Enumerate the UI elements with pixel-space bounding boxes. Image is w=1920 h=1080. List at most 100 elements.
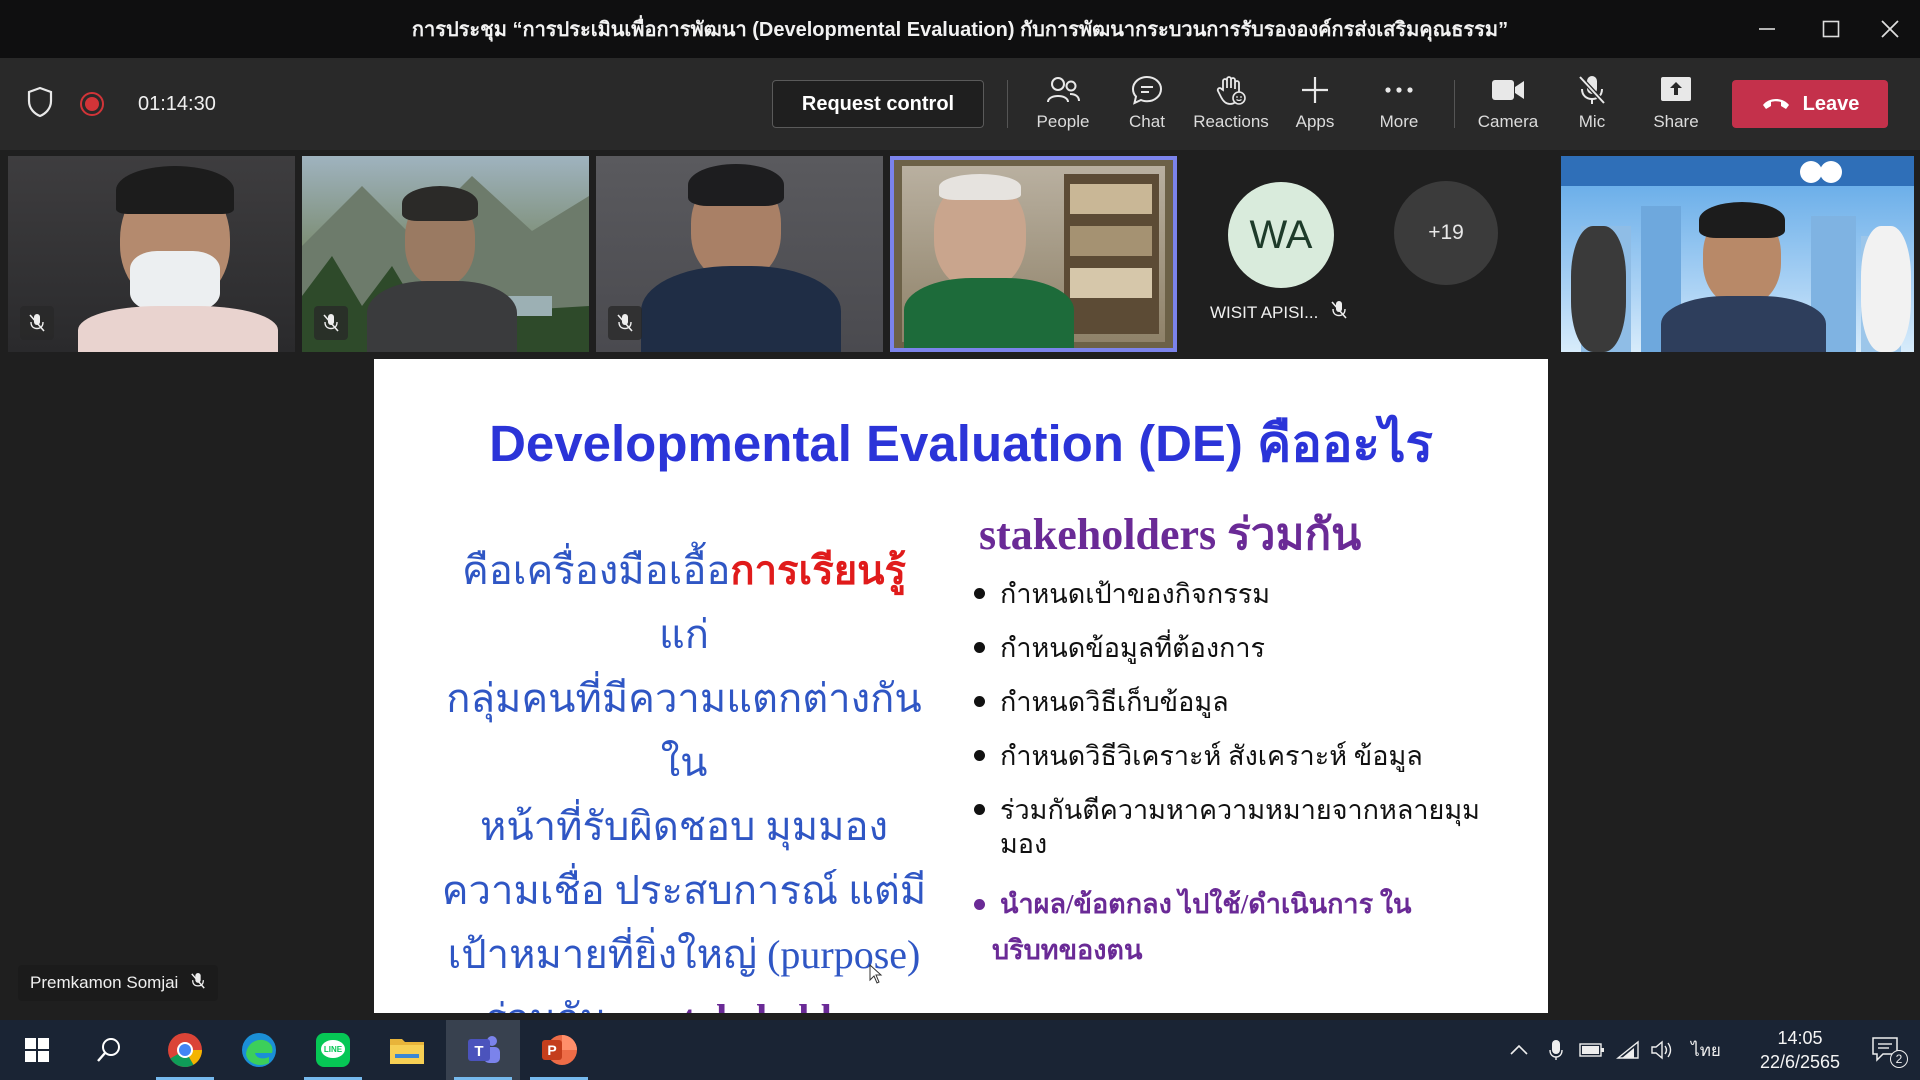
share-label: Share xyxy=(1653,112,1699,131)
minimize-icon xyxy=(1759,28,1775,30)
mouse-cursor-icon xyxy=(869,964,883,984)
shared-slide: Developmental Evaluation (DE) คืออะไร คื… xyxy=(374,359,1548,1013)
tray-mic[interactable] xyxy=(1542,1020,1570,1080)
people-button[interactable]: People xyxy=(1023,70,1103,140)
mic-off-icon xyxy=(1577,70,1607,110)
mic-label: Mic xyxy=(1578,112,1606,131)
phone-hangup-icon xyxy=(1761,93,1791,116)
svg-text:P: P xyxy=(547,1042,556,1058)
toolbar-divider xyxy=(1007,80,1008,128)
mic-button[interactable]: Mic xyxy=(1552,70,1632,140)
notifications-button[interactable]: 2 xyxy=(1862,1020,1910,1080)
speaker-icon xyxy=(1651,1040,1672,1060)
avatar[interactable]: WA xyxy=(1228,182,1334,288)
slide-bullet: ร่วมกันตีความหาความหมายจากหลายมุมมอง xyxy=(970,793,1510,861)
input-language[interactable]: ไทย xyxy=(1686,1020,1726,1080)
folder-icon xyxy=(390,1039,424,1064)
search-icon xyxy=(97,1038,120,1062)
participant-video-tile[interactable] xyxy=(8,156,295,352)
tray-volume[interactable] xyxy=(1648,1020,1676,1080)
participant-video-tile[interactable] xyxy=(302,156,589,352)
taskbar-file-explorer[interactable] xyxy=(370,1020,444,1080)
participant-video-tile[interactable] xyxy=(1561,156,1914,352)
slide-left-line: ร่วมกัน … stakeholders xyxy=(434,987,934,1013)
slide-bullet: กำหนดวิธีเก็บข้อมูล xyxy=(970,685,1510,719)
reactions-icon xyxy=(1215,70,1247,110)
presenter-name-tag: Premkamon Somjai xyxy=(18,965,219,1001)
slide-right-title: stakeholders ร่วมกัน xyxy=(979,510,1362,559)
taskbar-chrome[interactable] xyxy=(148,1020,222,1080)
share-icon xyxy=(1660,70,1692,110)
meeting-title: การประชุม “การประเมินเพื่อการพัฒนา (Deve… xyxy=(411,19,1509,41)
mic-off-icon xyxy=(20,306,54,340)
slide-left-line: กลุ่มคนที่มีความแตกต่างกันใน xyxy=(446,676,922,785)
tray-battery[interactable] xyxy=(1578,1020,1606,1080)
mic-off-icon xyxy=(314,306,348,340)
chrome-icon xyxy=(168,1033,202,1067)
slide-stakeholders: stakeholders xyxy=(667,996,883,1013)
slide-bullet-line: บริบทของตน xyxy=(992,935,1143,965)
camera-icon xyxy=(1491,70,1525,110)
wifi-icon xyxy=(1616,1040,1639,1059)
people-label: People xyxy=(1036,112,1090,131)
slide-bullet-list: กำหนดเป้าของกิจกรรม กำหนดข้อมูลที่ต้องกา… xyxy=(970,577,1510,993)
mic-off-icon xyxy=(1330,300,1348,325)
camera-button[interactable]: Camera xyxy=(1468,70,1548,140)
clock-time: 14:05 xyxy=(1777,1028,1823,1048)
leave-label: Leave xyxy=(1802,92,1860,115)
close-icon xyxy=(1881,20,1899,38)
edge-icon xyxy=(242,1033,276,1067)
clock-date: 22/6/2565 xyxy=(1759,1052,1841,1072)
taskbar-powerpoint[interactable]: P xyxy=(522,1020,596,1080)
search-button[interactable] xyxy=(72,1020,146,1080)
leave-button[interactable]: Leave xyxy=(1732,80,1888,128)
maximize-button[interactable] xyxy=(1801,0,1861,58)
slide-left-prefix: คือเครื่องมือเอื้อ xyxy=(462,548,731,593)
people-icon xyxy=(1046,70,1080,110)
slide-left-line: เป้าหมายที่ยิ่งใหญ่ (purpose) xyxy=(447,932,921,977)
chat-button[interactable]: Chat xyxy=(1107,70,1187,140)
presenter-name: Premkamon Somjai xyxy=(30,973,179,992)
maximize-icon xyxy=(1822,20,1840,38)
chat-icon xyxy=(1131,70,1163,110)
show-hidden-icons-button[interactable] xyxy=(1505,1020,1533,1080)
line-app-icon: LINE xyxy=(316,1033,350,1067)
close-button[interactable] xyxy=(1860,0,1920,58)
meeting-toolbar: 01:14:30 Request control People Chat Rea… xyxy=(0,58,1920,150)
teams-meeting-window: การประชุม “การประเมินเพื่อการพัฒนา (Deve… xyxy=(0,0,1920,1080)
slide-bullet: กำหนดข้อมูลที่ต้องการ xyxy=(970,631,1510,665)
meeting-timer: 01:14:30 xyxy=(138,92,216,115)
chat-label: Chat xyxy=(1129,112,1165,131)
more-button[interactable]: More xyxy=(1359,70,1439,140)
more-dots-icon xyxy=(1384,70,1414,110)
reactions-label: Reactions xyxy=(1193,112,1269,131)
minimize-button[interactable] xyxy=(1737,0,1797,58)
taskbar-teams[interactable]: T xyxy=(446,1020,520,1080)
windows-taskbar: LINE T P ไทย 14:05 22/6/2565 2 xyxy=(0,1020,1920,1080)
battery-icon xyxy=(1579,1043,1604,1057)
slide-left-text: คือเครื่องมือเอื้อการเรียนรู้ แก่ กลุ่มค… xyxy=(434,539,934,1013)
request-control-button[interactable]: Request control xyxy=(772,80,984,128)
slide-left-line: หน้าที่รับผิดชอบ มุมมอง xyxy=(479,804,889,849)
share-button[interactable]: Share xyxy=(1636,70,1716,140)
avatar-name-row: WISIT APISI... xyxy=(1210,300,1348,325)
notification-count: 2 xyxy=(1890,1050,1908,1068)
apps-button[interactable]: Apps xyxy=(1275,70,1355,140)
slide-left-line: คือเครื่องมือเอื้อการเรียนรู้ แก่ xyxy=(434,539,934,667)
participant-video-tile[interactable] xyxy=(596,156,883,352)
slide-highlight-learning: การเรียนรู้ xyxy=(730,548,906,593)
svg-text:T: T xyxy=(474,1043,483,1060)
svg-text:LINE: LINE xyxy=(324,1045,343,1054)
teams-icon: T xyxy=(468,1036,500,1063)
taskbar-edge[interactable] xyxy=(222,1020,296,1080)
slide-bullet: กำหนดเป้าของกิจกรรม xyxy=(970,577,1510,611)
mic-off-icon xyxy=(608,306,642,340)
taskbar-clock[interactable]: 14:05 22/6/2565 xyxy=(1740,1026,1860,1074)
shield-icon[interactable] xyxy=(26,86,54,123)
more-participants-button[interactable]: +19 xyxy=(1394,181,1498,285)
tray-wifi[interactable] xyxy=(1614,1020,1642,1080)
taskbar-line[interactable]: LINE xyxy=(296,1020,370,1080)
reactions-button[interactable]: Reactions xyxy=(1191,70,1271,140)
start-button[interactable] xyxy=(0,1020,74,1080)
active-speaker-video-tile[interactable] xyxy=(890,156,1177,352)
